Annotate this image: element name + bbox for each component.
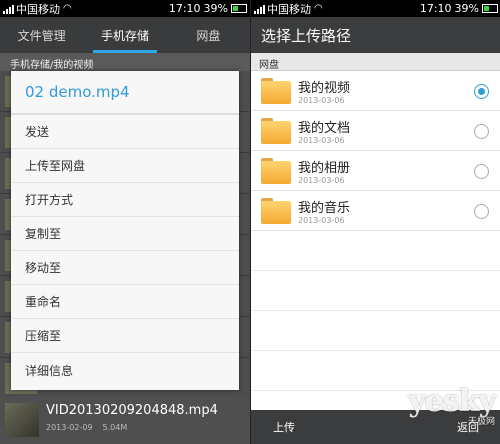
folder-item-documents[interactable]: 我的文档 2013-03-06	[251, 111, 500, 151]
back-button[interactable]: 返回	[457, 419, 479, 435]
video-thumbnail	[5, 403, 39, 437]
menu-item-compress-to[interactable]: 压缩至	[11, 319, 239, 353]
menu-item-copy-to[interactable]: 复制至	[11, 217, 239, 251]
folder-name: 我的相册	[298, 161, 351, 176]
folder-name: 我的音乐	[298, 201, 351, 216]
battery-percent: 39%	[203, 2, 228, 15]
radio-button[interactable]	[474, 204, 489, 219]
radio-button[interactable]	[474, 164, 489, 179]
breadcrumb: 手机存储/我的视频	[0, 53, 250, 71]
folder-item-albums[interactable]: 我的相册 2013-03-06	[251, 151, 500, 191]
menu-item-open-with[interactable]: 打开方式	[11, 183, 239, 217]
tab-bar: 文件管理 手机存储 网盘	[0, 17, 250, 53]
battery-icon	[482, 4, 498, 13]
folder-icon	[261, 118, 291, 144]
dialog-title: 02 demo.mp4	[11, 71, 239, 115]
folder-item-videos[interactable]: 我的视频 2013-03-06	[251, 71, 500, 111]
signal-icon	[3, 4, 14, 14]
menu-item-upload-to-cloud[interactable]: 上传至网盘	[11, 149, 239, 183]
folder-list: 我的视频 2013-03-06 我的文档 2013-03-06 我的相册 201…	[251, 71, 500, 231]
carrier-name: 中国移动	[16, 2, 60, 16]
folder-name: 我的视频	[298, 81, 351, 96]
file-date: 2013-02-09	[46, 423, 93, 432]
tab-cloud-disk[interactable]: 网盘	[167, 17, 250, 53]
folder-date: 2013-03-06	[298, 176, 345, 185]
folder-date: 2013-03-06	[298, 96, 345, 105]
battery-percent: 39%	[454, 2, 479, 15]
folder-icon	[261, 78, 291, 104]
status-time: 17:10	[168, 2, 201, 15]
folder-icon	[261, 198, 291, 224]
wifi-icon: ◠	[314, 3, 323, 14]
left-screen: 中国移动 ◠ 17:10 39% 文件管理 手机存储 网盘 手机存储/我的视频 …	[0, 0, 250, 444]
radio-button[interactable]	[474, 124, 489, 139]
right-screen: 中国移动 ◠ 17:10 39% 选择上传路径 网盘 我的视频 2013-03-…	[250, 0, 500, 444]
battery-icon	[231, 4, 247, 13]
folder-name: 我的文档	[298, 121, 351, 136]
folder-icon	[261, 158, 291, 184]
tab-file-manager[interactable]: 文件管理	[0, 17, 83, 53]
empty-list-area	[251, 231, 500, 391]
folder-date: 2013-03-06	[298, 136, 345, 145]
file-size: 5.04M	[102, 423, 128, 432]
menu-item-rename[interactable]: 重命名	[11, 285, 239, 319]
file-meta: 2013-02-09 5.04M	[46, 423, 127, 432]
bottom-action-bar: 上传 返回	[251, 410, 500, 444]
file-name: VID20130209204848.mp4	[46, 403, 218, 418]
file-list-item[interactable]: VID20130209204848.mp4 2013-02-09 5.04M	[0, 397, 250, 444]
upload-button[interactable]: 上传	[273, 419, 295, 435]
menu-item-details[interactable]: 详细信息	[11, 353, 239, 387]
wifi-icon: ◠	[63, 3, 72, 14]
tab-phone-storage[interactable]: 手机存储	[83, 17, 166, 53]
signal-icon	[254, 4, 265, 14]
status-bar: 中国移动 ◠ 17:10 39%	[251, 0, 500, 17]
status-bar: 中国移动 ◠ 17:10 39%	[0, 0, 250, 17]
status-time: 17:10	[419, 2, 452, 15]
page-title: 选择上传路径	[251, 17, 500, 53]
radio-button[interactable]	[474, 84, 489, 99]
menu-item-move-to[interactable]: 移动至	[11, 251, 239, 285]
context-menu-dialog: 02 demo.mp4 发送 上传至网盘 打开方式 复制至 移动至 重命名 压缩…	[11, 71, 239, 390]
folder-item-music[interactable]: 我的音乐 2013-03-06	[251, 191, 500, 231]
menu-item-send[interactable]: 发送	[11, 115, 239, 149]
carrier-name: 中国移动	[267, 2, 311, 16]
section-header: 网盘	[251, 53, 500, 71]
folder-date: 2013-03-06	[298, 216, 345, 225]
